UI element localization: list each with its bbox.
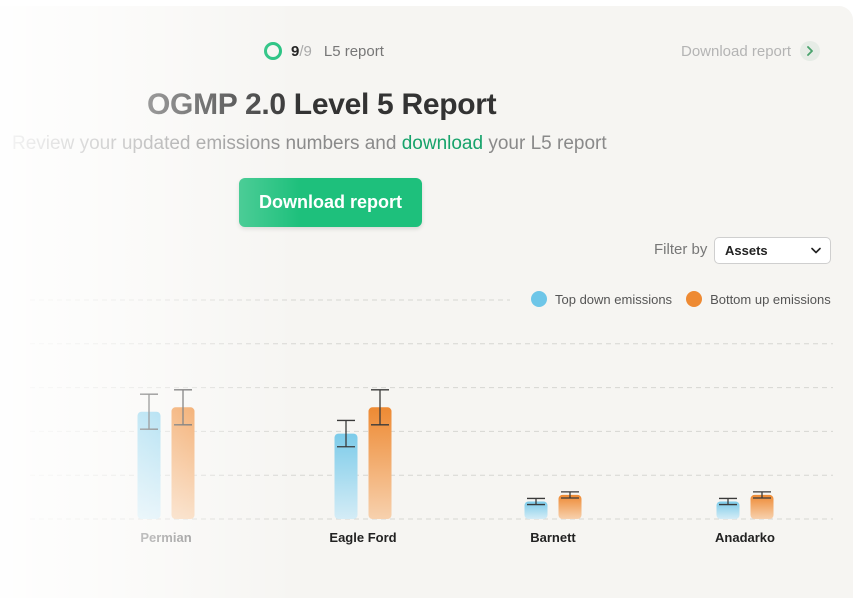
chevron-down-icon	[811, 247, 821, 254]
header-download-label: Download report	[681, 42, 792, 60]
subtitle-text-after: your L5 report	[483, 133, 607, 154]
category-label: Permian	[140, 530, 191, 545]
category-label: Anadarko	[715, 530, 775, 545]
header-download-link[interactable]: Download report	[681, 40, 821, 62]
filter-select[interactable]: Assets	[714, 237, 831, 264]
chevron-right-icon	[800, 41, 821, 61]
progress-ring-icon	[264, 42, 282, 60]
category-label: Eagle Ford	[329, 530, 396, 545]
category-label: Barnett	[530, 530, 576, 545]
subtitle-download-link[interactable]: download	[402, 133, 483, 154]
filter-label: Filter by	[654, 241, 708, 258]
emissions-bar-chart: Permian Eagle Ford Barnett Anadarko	[30, 299, 833, 545]
subtitle-text-before: Review your updated emissions numbers an…	[12, 133, 402, 154]
download-report-button[interactable]: Download report	[239, 178, 422, 227]
progress-label: L5 report	[323, 42, 384, 60]
progress-total: 9	[303, 42, 312, 60]
page-subtitle: Review your updated emissions numbers an…	[12, 133, 607, 155]
filter-selected-value: Assets	[725, 243, 768, 258]
page-title: OGMP 2.0 Level 5 Report	[147, 88, 497, 121]
progress-indicator: 9/9 L5 report	[263, 40, 384, 62]
